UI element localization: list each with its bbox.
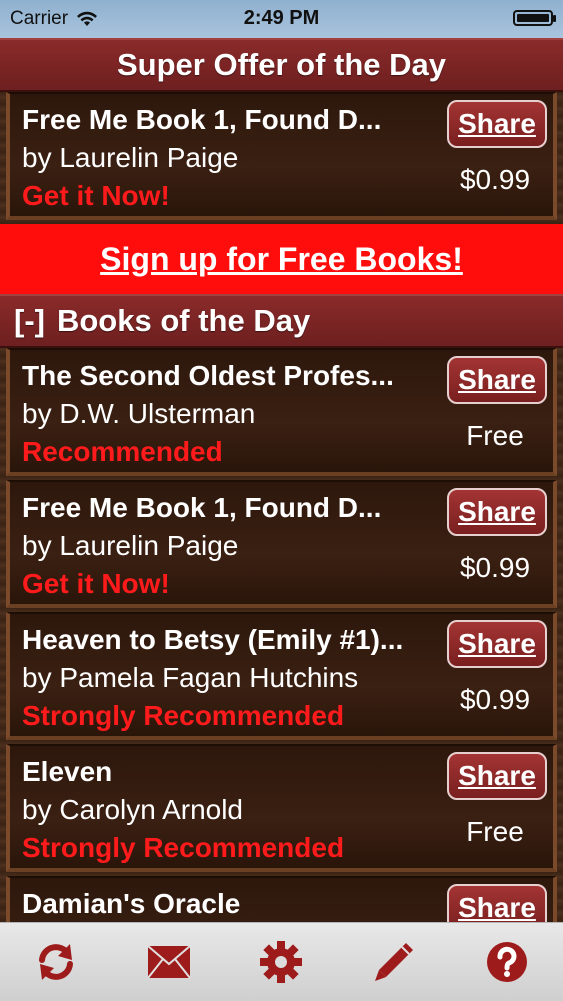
- book-title: Eleven: [22, 756, 113, 787]
- mail-icon: [147, 945, 191, 979]
- book-price: Free: [466, 420, 524, 451]
- book-title: The Second Oldest Profes...: [22, 360, 394, 391]
- help-button[interactable]: [477, 932, 537, 992]
- refresh-icon: [39, 944, 74, 980]
- book-author: by D.W. Ulsterman: [22, 398, 256, 429]
- refresh-button[interactable]: [26, 932, 86, 992]
- book-row[interactable]: Heaven to Betsy (Emily #1)... by Pamela …: [6, 612, 557, 740]
- mail-button[interactable]: [139, 932, 199, 992]
- book-author: by Laurelin Paige: [22, 530, 239, 561]
- super-offer-title: Super Offer of the Day: [117, 47, 446, 82]
- share-button[interactable]: Share: [447, 620, 547, 668]
- super-offer-header: Super Offer of the Day: [0, 38, 563, 92]
- book-author: by Pamela Fagan Hutchins: [22, 662, 359, 693]
- book-title: Free Me Book 1, Found D...: [22, 492, 382, 523]
- edit-button[interactable]: [364, 932, 424, 992]
- signup-label: Sign up for Free Books!: [100, 240, 463, 277]
- signup-free-books-button[interactable]: Sign up for Free Books!: [0, 224, 563, 294]
- book-price: $0.99: [459, 684, 531, 715]
- share-button[interactable]: Share: [447, 356, 547, 404]
- book-tag: Get it Now!: [22, 180, 170, 211]
- share-button[interactable]: Share: [447, 488, 547, 536]
- book-price: $0.99: [459, 164, 531, 195]
- share-button[interactable]: Share: [447, 752, 547, 800]
- book-row[interactable]: The Second Oldest Profes... by D.W. Ulst…: [6, 348, 557, 476]
- book-title: Free Me Book 1, Found D...: [22, 104, 382, 135]
- book-author: by Laurelin Paige: [22, 142, 239, 173]
- super-offer-book-row[interactable]: Free Me Book 1, Found D... by Laurelin P…: [6, 92, 557, 220]
- help-icon: [486, 942, 527, 982]
- book-row[interactable]: Free Me Book 1, Found D... by Laurelin P…: [6, 480, 557, 608]
- books-of-day-title: Books of the Day: [56, 303, 311, 338]
- book-price: $0.99: [459, 552, 531, 583]
- book-title: Damian's Oracle: [22, 888, 241, 919]
- book-author: by Carolyn Arnold: [22, 794, 244, 825]
- main-content[interactable]: Super Offer of the Day Free Me Book 1, F…: [0, 38, 563, 922]
- book-title: Heaven to Betsy (Emily #1)...: [22, 624, 404, 655]
- book-tag: Strongly Recommended: [22, 700, 345, 731]
- share-button[interactable]: Share: [447, 100, 547, 148]
- gear-icon: [260, 941, 303, 983]
- book-row[interactable]: Eleven by Carolyn Arnold Strongly Recomm…: [6, 744, 557, 872]
- tab-bar: [0, 922, 563, 1001]
- battery-icon: [513, 10, 556, 26]
- status-bar: Carrier 2:49 PM: [0, 0, 563, 38]
- book-tag: Recommended: [22, 436, 223, 467]
- collapse-toggle[interactable]: [-]: [14, 303, 45, 339]
- status-time: 2:49 PM: [243, 7, 320, 29]
- book-tag: Strongly Recommended: [22, 832, 345, 863]
- pencil-icon: [375, 943, 414, 981]
- book-row[interactable]: Damian's Oracle Share: [6, 876, 557, 922]
- books-of-day-header[interactable]: [-] Books of the Day: [0, 294, 563, 348]
- settings-button[interactable]: [251, 932, 311, 992]
- share-button[interactable]: Share: [447, 884, 547, 922]
- book-tag: Get it Now!: [22, 568, 170, 599]
- book-price: Free: [466, 816, 524, 847]
